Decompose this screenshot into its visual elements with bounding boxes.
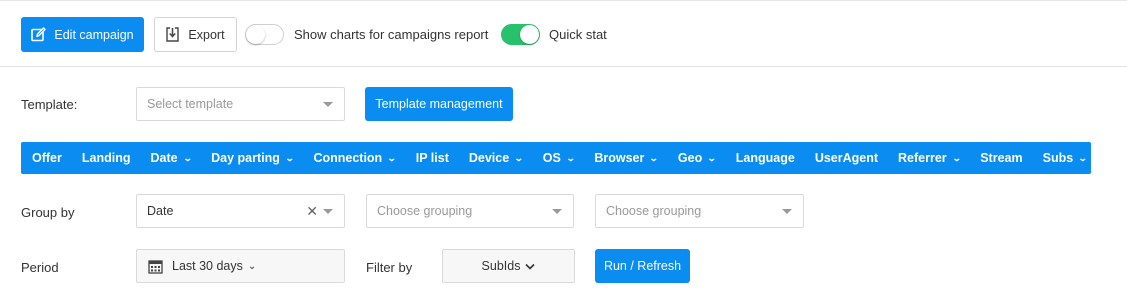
template-label: Template:	[21, 97, 78, 112]
run-refresh-label: Run / Refresh	[603, 259, 682, 273]
group-by-value: Date	[147, 204, 174, 218]
nav-item-language[interactable]: Language	[736, 151, 795, 165]
period-value: Last 30 days	[172, 259, 243, 273]
nav-label: Language	[735, 151, 795, 165]
nav-item-day-parting[interactable]: Day parting ⌄	[211, 151, 295, 165]
clear-icon[interactable]: ✕	[306, 203, 318, 220]
nav-label: OS	[542, 151, 561, 165]
run-refresh-button[interactable]: Run / Refresh	[595, 249, 690, 283]
export-button[interactable]: Export	[154, 17, 237, 52]
nav-label: Geo	[677, 151, 703, 165]
group-by-select-1[interactable]: Date ✕	[136, 194, 345, 228]
group-by-select-3[interactable]: Choose grouping	[595, 194, 804, 228]
caret-down-icon	[323, 209, 333, 214]
export-icon	[166, 27, 180, 42]
chevron-down-icon: ⌄	[707, 152, 717, 163]
report-dimension-nav: Offer Landing Date ⌄ Day parting ⌄ Connect…	[21, 142, 1091, 174]
caret-down-icon	[323, 102, 333, 107]
edit-campaign-button[interactable]: Edit campaign	[21, 17, 144, 52]
period-picker[interactable]: Last 30 days ⌄	[136, 249, 345, 283]
chevron-down-icon: ⌄	[284, 152, 295, 163]
group-by-select-2[interactable]: Choose grouping	[366, 194, 574, 228]
chevron-down-icon: ⌄	[387, 152, 397, 163]
filter-by-label: Filter by	[366, 260, 413, 275]
group-by-label: Group by	[21, 205, 75, 220]
top-toolbar: Edit campaign Export Show charts for cam…	[0, 0, 1127, 67]
nav-item-device[interactable]: Device ⌄	[468, 151, 524, 165]
template-select[interactable]: Select template	[136, 87, 345, 121]
calendar-icon	[148, 259, 163, 274]
nav-label: Subs	[1042, 151, 1074, 165]
nav-item-landing[interactable]: Landing	[82, 151, 131, 165]
filter-by-dropdown[interactable]: SubIds	[442, 249, 575, 283]
template-management-label: Template management	[375, 97, 503, 111]
nav-item-ip-list[interactable]: IP list	[416, 151, 449, 165]
caret-down-icon	[552, 209, 562, 214]
nav-item-geo[interactable]: Geo ⌄	[677, 151, 717, 165]
nav-item-os[interactable]: OS ⌄	[542, 151, 576, 165]
chevron-down-icon: ⌄	[182, 152, 193, 163]
nav-label: Date	[150, 151, 178, 165]
template-placeholder: Select template	[147, 97, 234, 111]
show-charts-toggle[interactable]	[245, 24, 284, 45]
nav-label: UserAgent	[814, 151, 879, 165]
nav-label: Browser	[594, 151, 645, 165]
nav-label: Landing	[81, 151, 131, 165]
chevron-down-icon: ⌄	[514, 152, 524, 163]
chevron-down-icon	[525, 263, 536, 270]
nav-label: Day parting	[211, 151, 280, 165]
chevron-down-icon: ⌄	[565, 152, 576, 163]
nav-item-stream[interactable]: Stream	[980, 151, 1022, 165]
nav-label: Offer	[32, 151, 62, 165]
toggle-knob	[246, 25, 265, 44]
toggle-knob	[520, 25, 539, 44]
nav-item-date[interactable]: Date ⌄	[150, 151, 193, 165]
edit-campaign-label: Edit campaign	[54, 27, 134, 42]
period-label: Period	[21, 260, 59, 275]
template-management-button[interactable]: Template management	[365, 87, 513, 121]
group-by-placeholder: Choose grouping	[377, 204, 473, 218]
nav-label: Device	[468, 151, 510, 165]
chevron-down-icon: ⌄	[1078, 152, 1088, 163]
nav-label: Referrer	[898, 151, 947, 165]
nav-label: Stream	[980, 151, 1023, 165]
nav-item-subs[interactable]: Subs ⌄	[1042, 151, 1088, 165]
chevron-down-icon: ⌄	[649, 152, 660, 163]
chevron-down-icon: ⌄	[247, 260, 257, 272]
quick-stat-label: Quick stat	[549, 27, 607, 42]
nav-item-offer[interactable]: Offer	[32, 151, 62, 165]
nav-item-browser[interactable]: Browser ⌄	[594, 151, 660, 165]
export-label: Export	[188, 27, 225, 42]
nav-item-useragent[interactable]: UserAgent	[815, 151, 878, 165]
chevron-down-icon: ⌄	[951, 152, 962, 163]
nav-item-referrer[interactable]: Referrer ⌄	[898, 151, 962, 165]
show-charts-label: Show charts for campaigns report	[294, 27, 489, 42]
group-by-placeholder: Choose grouping	[606, 204, 702, 218]
quick-stat-toggle[interactable]	[501, 24, 540, 45]
filter-by-value: SubIds	[481, 259, 521, 273]
nav-item-connection[interactable]: Connection ⌄	[313, 151, 397, 165]
edit-icon	[31, 27, 47, 42]
nav-label: Connection	[313, 151, 383, 165]
nav-label: IP list	[415, 151, 449, 165]
caret-down-icon	[782, 209, 792, 214]
